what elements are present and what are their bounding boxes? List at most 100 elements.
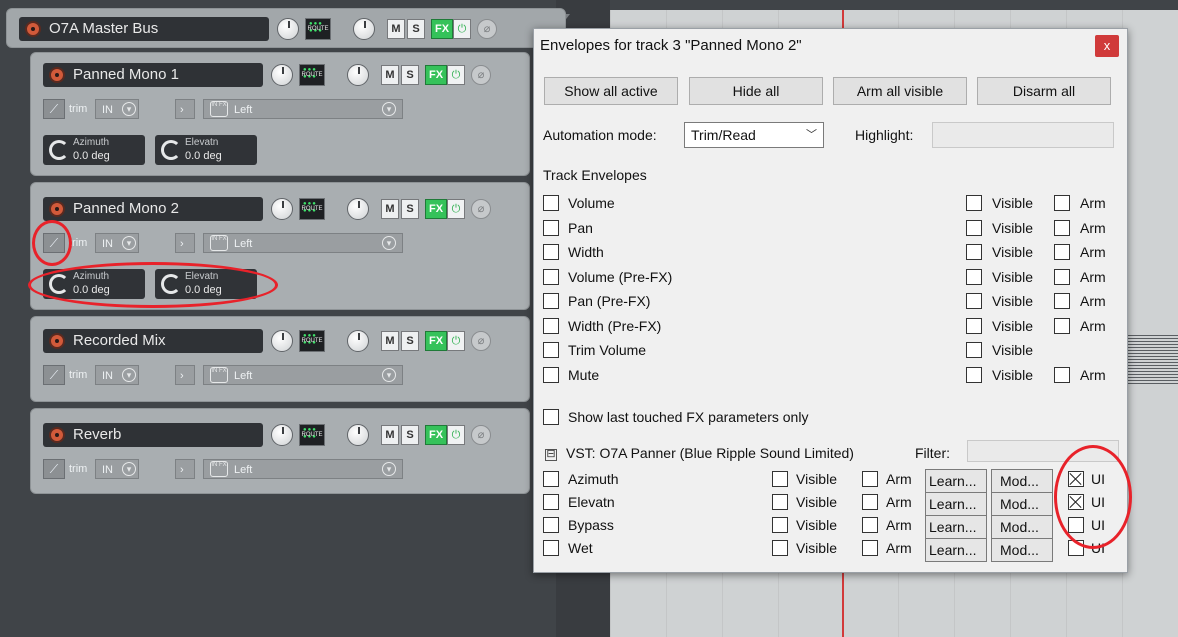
- ui-checkbox[interactable]: [1068, 540, 1084, 556]
- arm-checkbox[interactable]: [862, 471, 878, 487]
- arm-checkbox[interactable]: [1054, 293, 1070, 309]
- visible-checkbox[interactable]: [966, 244, 982, 260]
- param-knob-azimuth[interactable]: Azimuth 0.0 deg: [43, 135, 145, 165]
- visible-checkbox[interactable]: [966, 220, 982, 236]
- ui-checkbox[interactable]: [1068, 517, 1084, 533]
- input-button[interactable]: IN ▾: [95, 365, 139, 385]
- param-knob-elevatn[interactable]: Elevatn 0.0 deg: [155, 269, 257, 299]
- visible-checkbox[interactable]: [966, 342, 982, 358]
- mute-button[interactable]: M: [381, 425, 399, 445]
- route-button[interactable]: ●●● ●●● ROUTE: [299, 330, 325, 352]
- arm-checkbox[interactable]: [1054, 220, 1070, 236]
- learn-button[interactable]: Learn...: [925, 538, 987, 562]
- arm-checkbox[interactable]: [862, 494, 878, 510]
- fx-param-enable-checkbox[interactable]: [543, 540, 559, 556]
- envelope-icon[interactable]: ⟋: [43, 365, 65, 385]
- input-select[interactable]: IN FX Left ▾: [203, 365, 403, 385]
- input-monitor-icon[interactable]: ›: [175, 459, 195, 479]
- filter-field[interactable]: [967, 440, 1119, 462]
- fx-bypass-power-icon[interactable]: ⏻: [447, 199, 465, 219]
- learn-button[interactable]: Learn...: [925, 469, 987, 493]
- volume-knob[interactable]: [271, 424, 293, 446]
- phase-invert-icon[interactable]: ⌀: [471, 65, 491, 85]
- track-name[interactable]: O7A Master Bus: [19, 17, 269, 41]
- close-icon[interactable]: x: [1095, 35, 1119, 57]
- param-knob-azimuth[interactable]: Azimuth 0.0 deg: [43, 269, 145, 299]
- envelope-enable-checkbox[interactable]: [543, 318, 559, 334]
- pan-knob[interactable]: [347, 64, 369, 86]
- mod-button[interactable]: Mod...: [991, 515, 1053, 539]
- fx-button[interactable]: FX: [425, 331, 447, 351]
- pan-knob[interactable]: [347, 330, 369, 352]
- fx-button[interactable]: FX: [425, 199, 447, 219]
- fx-param-enable-checkbox[interactable]: [543, 517, 559, 533]
- envelope-enable-checkbox[interactable]: [543, 269, 559, 285]
- visible-checkbox[interactable]: [966, 195, 982, 211]
- visible-checkbox[interactable]: [966, 269, 982, 285]
- fx-button[interactable]: FX: [425, 65, 447, 85]
- volume-knob[interactable]: [271, 330, 293, 352]
- volume-knob[interactable]: [277, 18, 299, 40]
- learn-button[interactable]: Learn...: [925, 492, 987, 516]
- route-button[interactable]: ●●● ●●● ROUTE: [299, 64, 325, 86]
- envelope-icon[interactable]: ⟋: [43, 233, 65, 253]
- visible-checkbox[interactable]: [966, 318, 982, 334]
- visible-checkbox[interactable]: [772, 494, 788, 510]
- track-name[interactable]: Reverb: [43, 423, 263, 447]
- arm-checkbox[interactable]: [1054, 367, 1070, 383]
- track-name[interactable]: Recorded Mix: [43, 329, 263, 353]
- envelope-enable-checkbox[interactable]: [543, 244, 559, 260]
- input-dropdown-icon[interactable]: ▾: [122, 368, 136, 382]
- track-recorded-mix[interactable]: Recorded Mix ●●● ●●● ROUTE M S FX ⏻ ⌀ ⟋ tr…: [30, 316, 530, 402]
- input-monitor-icon[interactable]: ›: [175, 99, 195, 119]
- visible-checkbox[interactable]: [772, 517, 788, 533]
- arm-checkbox[interactable]: [1054, 269, 1070, 285]
- route-button[interactable]: ●●● ●●● ROUTE: [299, 198, 325, 220]
- visible-checkbox[interactable]: [772, 471, 788, 487]
- fx-button[interactable]: FX: [425, 425, 447, 445]
- arm-checkbox[interactable]: [1054, 195, 1070, 211]
- mod-button[interactable]: Mod...: [991, 492, 1053, 516]
- input-select[interactable]: IN FX Left ▾: [203, 99, 403, 119]
- input-button[interactable]: IN ▾: [95, 459, 139, 479]
- envelope-enable-checkbox[interactable]: [543, 220, 559, 236]
- mute-button[interactable]: M: [381, 199, 399, 219]
- fx-param-enable-checkbox[interactable]: [543, 494, 559, 510]
- fx-bypass-power-icon[interactable]: ⏻: [447, 425, 465, 445]
- visible-checkbox[interactable]: [966, 293, 982, 309]
- ui-checkbox[interactable]: [1068, 471, 1084, 487]
- visible-checkbox[interactable]: [966, 367, 982, 383]
- mute-button[interactable]: M: [387, 19, 405, 39]
- arm-checkbox[interactable]: [1054, 244, 1070, 260]
- envelope-enable-checkbox[interactable]: [543, 293, 559, 309]
- mod-button[interactable]: Mod...: [991, 538, 1053, 562]
- automation-mode-select[interactable]: Trim/Read ﹀: [684, 122, 824, 148]
- fx-button[interactable]: FX: [431, 19, 453, 39]
- record-arm-icon[interactable]: [49, 67, 65, 83]
- solo-button[interactable]: S: [407, 19, 425, 39]
- arm-checkbox[interactable]: [862, 517, 878, 533]
- route-button[interactable]: ●●● ●●● ROUTE: [299, 424, 325, 446]
- fx-bypass-power-icon[interactable]: ⏻: [453, 19, 471, 39]
- hide-all-button[interactable]: Hide all: [689, 77, 823, 105]
- solo-button[interactable]: S: [401, 65, 419, 85]
- input-dropdown-icon[interactable]: ▾: [122, 102, 136, 116]
- route-button[interactable]: ●●● ●●● ROUTE: [305, 18, 331, 40]
- track-name[interactable]: Panned Mono 1: [43, 63, 263, 87]
- record-arm-icon[interactable]: [49, 427, 65, 443]
- solo-button[interactable]: S: [401, 425, 419, 445]
- phase-invert-icon[interactable]: ⌀: [471, 331, 491, 351]
- envelope-icon[interactable]: ⟋: [43, 459, 65, 479]
- phase-invert-icon[interactable]: ⌀: [477, 19, 497, 39]
- fx-param-enable-checkbox[interactable]: [543, 471, 559, 487]
- input-monitor-icon[interactable]: ›: [175, 365, 195, 385]
- record-arm-icon[interactable]: [49, 333, 65, 349]
- show-last-touched-checkbox[interactable]: [543, 409, 559, 425]
- input-button[interactable]: IN ▾: [95, 99, 139, 119]
- envelope-enable-checkbox[interactable]: [543, 367, 559, 383]
- track-name[interactable]: Panned Mono 2: [43, 197, 263, 221]
- fx-bypass-power-icon[interactable]: ⏻: [447, 331, 465, 351]
- phase-invert-icon[interactable]: ⌀: [471, 425, 491, 445]
- track-master[interactable]: O7A Master Bus ●●● ●●● ROUTE M S FX ⏻ ⌀: [6, 8, 566, 48]
- volume-knob[interactable]: [271, 198, 293, 220]
